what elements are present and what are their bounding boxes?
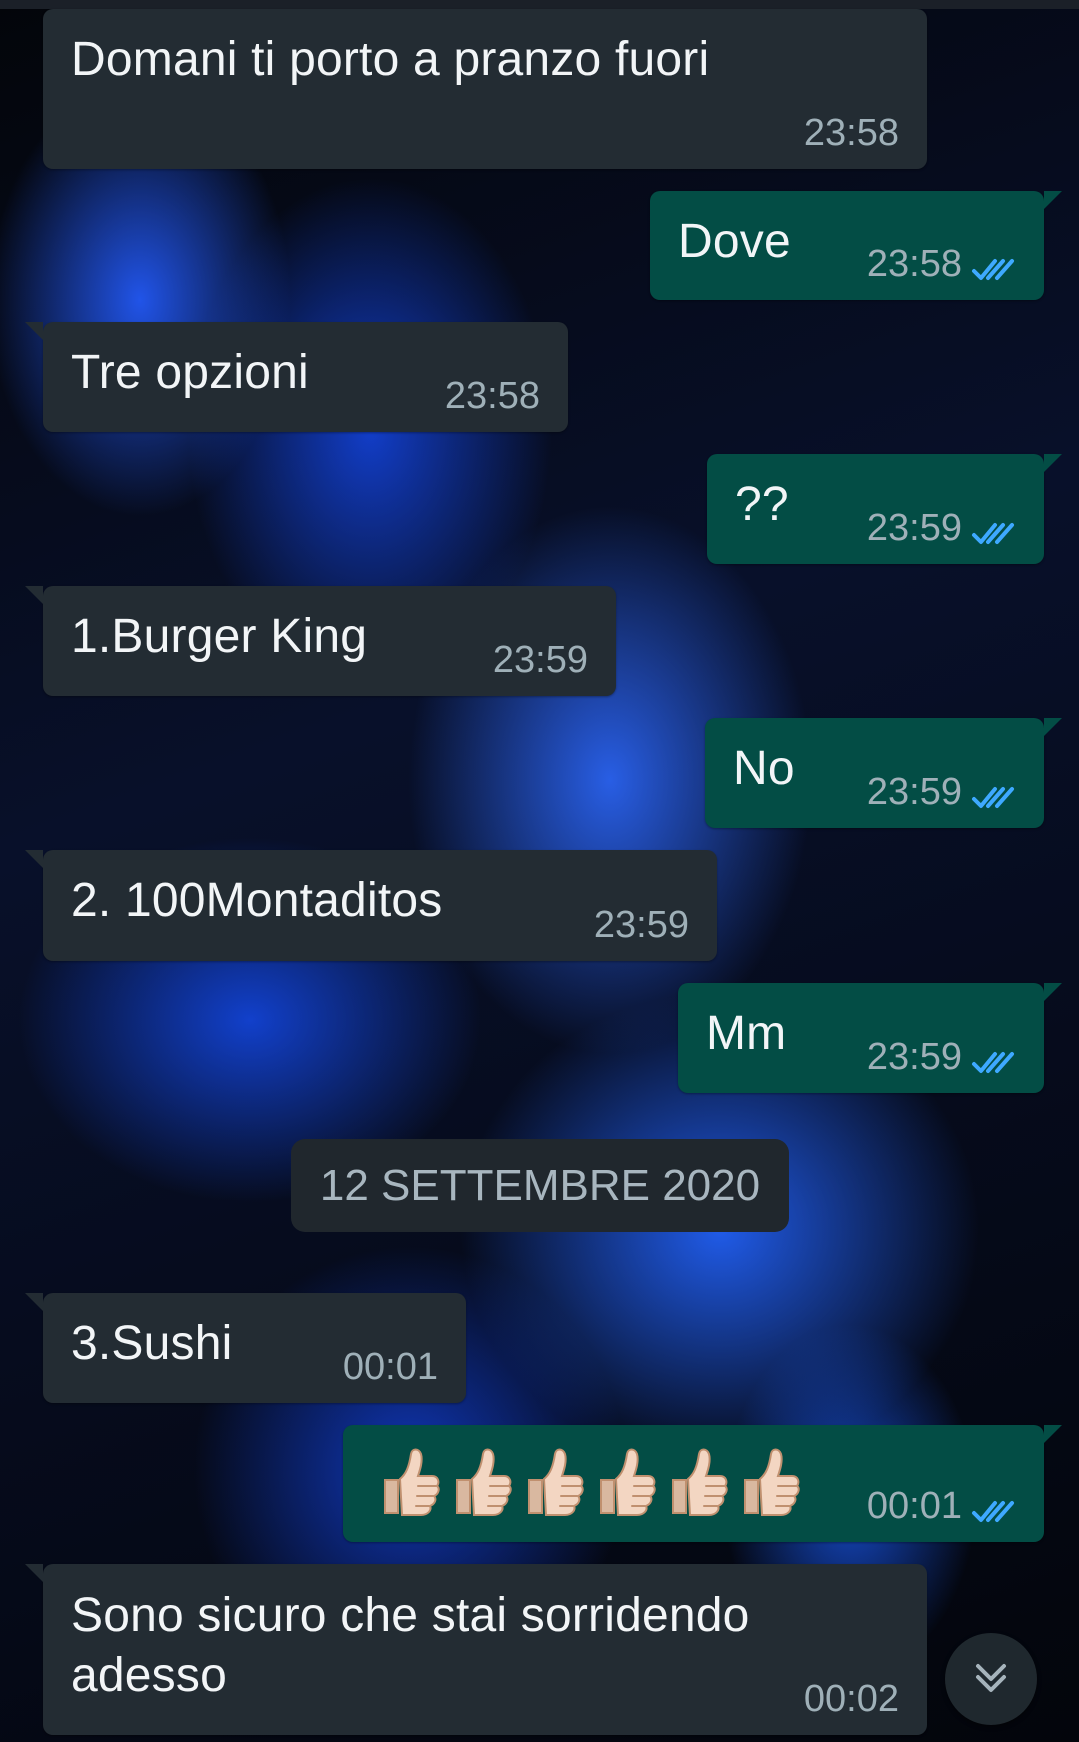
message-time: 00:02: [803, 1678, 899, 1720]
scroll-down-button[interactable]: [945, 1633, 1037, 1725]
thumbs-up-light-skin-tone-icon: [587, 1445, 657, 1521]
message-time: 23:59: [866, 771, 962, 813]
double-check-icon: [970, 1044, 1016, 1073]
outgoing-message-dove[interactable]: Dove 23:58: [650, 191, 1062, 300]
message-time: 23:59: [866, 1036, 962, 1078]
message-time: 23:58: [444, 375, 540, 417]
double-check-icon: [970, 1493, 1016, 1522]
message-time: 23:59: [593, 904, 689, 946]
incoming-message-options[interactable]: Tre opzioni 23:58: [25, 322, 568, 432]
message-meta: 23:58: [867, 244, 1016, 284]
message-time: 00:01: [866, 1485, 962, 1527]
message-time: 00:01: [342, 1346, 438, 1388]
message-meta: 23:58: [804, 113, 899, 153]
thumbs-up-light-skin-tone-icon: [443, 1445, 513, 1521]
double-check-icon: [970, 515, 1016, 544]
message-meta: 23:59: [493, 640, 588, 680]
thumbs-up-light-skin-tone-icon: [371, 1445, 441, 1521]
incoming-message-option-one[interactable]: 1.Burger King 23:59: [25, 586, 616, 696]
message-meta: 00:01: [343, 1347, 438, 1387]
thumbs-up-light-skin-tone-icon: [515, 1445, 585, 1521]
outgoing-message-thumbs-up[interactable]: 00:01: [343, 1425, 1062, 1542]
message-meta: 23:59: [867, 772, 1016, 812]
message-text: Sono sicuro che stai sorridendo adesso: [71, 1589, 750, 1702]
outgoing-message-mm[interactable]: Mm 23:59: [678, 983, 1062, 1093]
thumbs-up-light-skin-tone-icon: [659, 1445, 729, 1521]
message-meta: 00:01: [867, 1486, 1016, 1526]
incoming-message-smiling[interactable]: Sono sicuro che stai sorridendo adesso 0…: [25, 1564, 927, 1735]
outgoing-message-question[interactable]: ?? 23:59: [707, 454, 1062, 564]
message-meta: 23:59: [867, 1037, 1016, 1077]
scroll-down-chevron-icon: [963, 1649, 1019, 1710]
incoming-message-lunch[interactable]: Domani ti porto a pranzo fuori 23:58: [43, 9, 927, 169]
chat-screen: Domani ti porto a pranzo fuori 23:58 Dov…: [0, 0, 1079, 1742]
message-time: 23:58: [803, 112, 899, 154]
message-time: 23:59: [492, 639, 588, 681]
thumbs-up-light-skin-tone-icon: [731, 1445, 801, 1521]
message-text: Domani ti porto a pranzo fuori: [71, 33, 710, 86]
outgoing-message-no[interactable]: No 23:59: [705, 718, 1062, 828]
double-check-icon: [970, 779, 1016, 808]
message-time: 23:59: [866, 507, 962, 549]
incoming-message-option-two[interactable]: 2. 100Montaditos 23:59: [25, 850, 717, 961]
message-meta: 00:02: [804, 1679, 899, 1719]
date-divider: 12 SETTEMBRE 2020: [291, 1139, 789, 1232]
message-meta: 23:59: [867, 508, 1016, 548]
message-time: 23:58: [866, 243, 962, 285]
top-edge-bar: [0, 0, 1079, 9]
double-check-icon: [970, 251, 1016, 280]
message-meta: 23:59: [594, 905, 689, 945]
incoming-message-option-three[interactable]: 3.Sushi 00:01: [25, 1293, 466, 1403]
message-meta: 23:58: [445, 376, 540, 416]
